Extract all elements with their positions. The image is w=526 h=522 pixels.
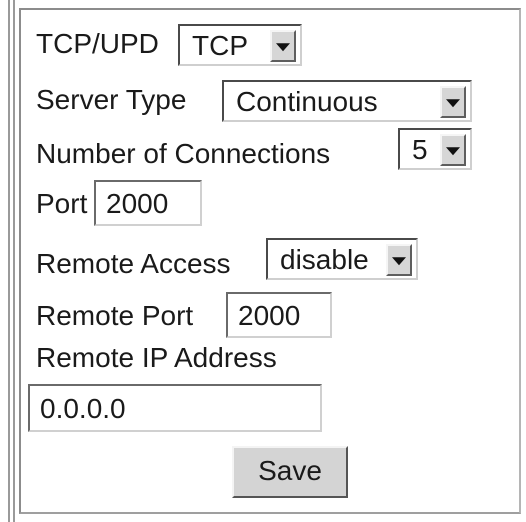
remote-access-selected: disable xyxy=(280,244,369,275)
save-button[interactable]: Save xyxy=(232,446,348,498)
port-input[interactable]: 2000 xyxy=(94,180,202,226)
left-rule-inner xyxy=(13,0,15,522)
chevron-down-icon[interactable] xyxy=(386,244,412,276)
server-type-selected: Continuous xyxy=(236,86,378,117)
chevron-down-icon[interactable] xyxy=(440,134,466,166)
connections-label: Number of Connections xyxy=(36,138,331,169)
left-rule-outer xyxy=(8,0,10,522)
remote-access-select[interactable]: disable xyxy=(266,238,418,280)
protocol-selected: TCP xyxy=(192,30,248,61)
connections-selected: 5 xyxy=(412,134,428,165)
remote-port-input[interactable]: 2000 xyxy=(226,292,332,338)
remote-port-label: Remote Port xyxy=(36,300,194,331)
chevron-down-icon[interactable] xyxy=(440,86,466,118)
remote-ip-label: Remote IP Address xyxy=(36,342,277,373)
server-type-label: Server Type xyxy=(36,84,187,115)
protocol-label: TCP/UPD xyxy=(36,28,159,59)
connections-select[interactable]: 5 xyxy=(398,128,472,170)
chevron-down-icon[interactable] xyxy=(270,30,296,62)
protocol-select[interactable]: TCP xyxy=(178,24,302,66)
remote-ip-input[interactable]: 0.0.0.0 xyxy=(28,384,322,432)
port-label: Port xyxy=(36,188,88,219)
remote-access-label: Remote Access xyxy=(36,248,231,279)
server-type-select[interactable]: Continuous xyxy=(222,80,472,122)
